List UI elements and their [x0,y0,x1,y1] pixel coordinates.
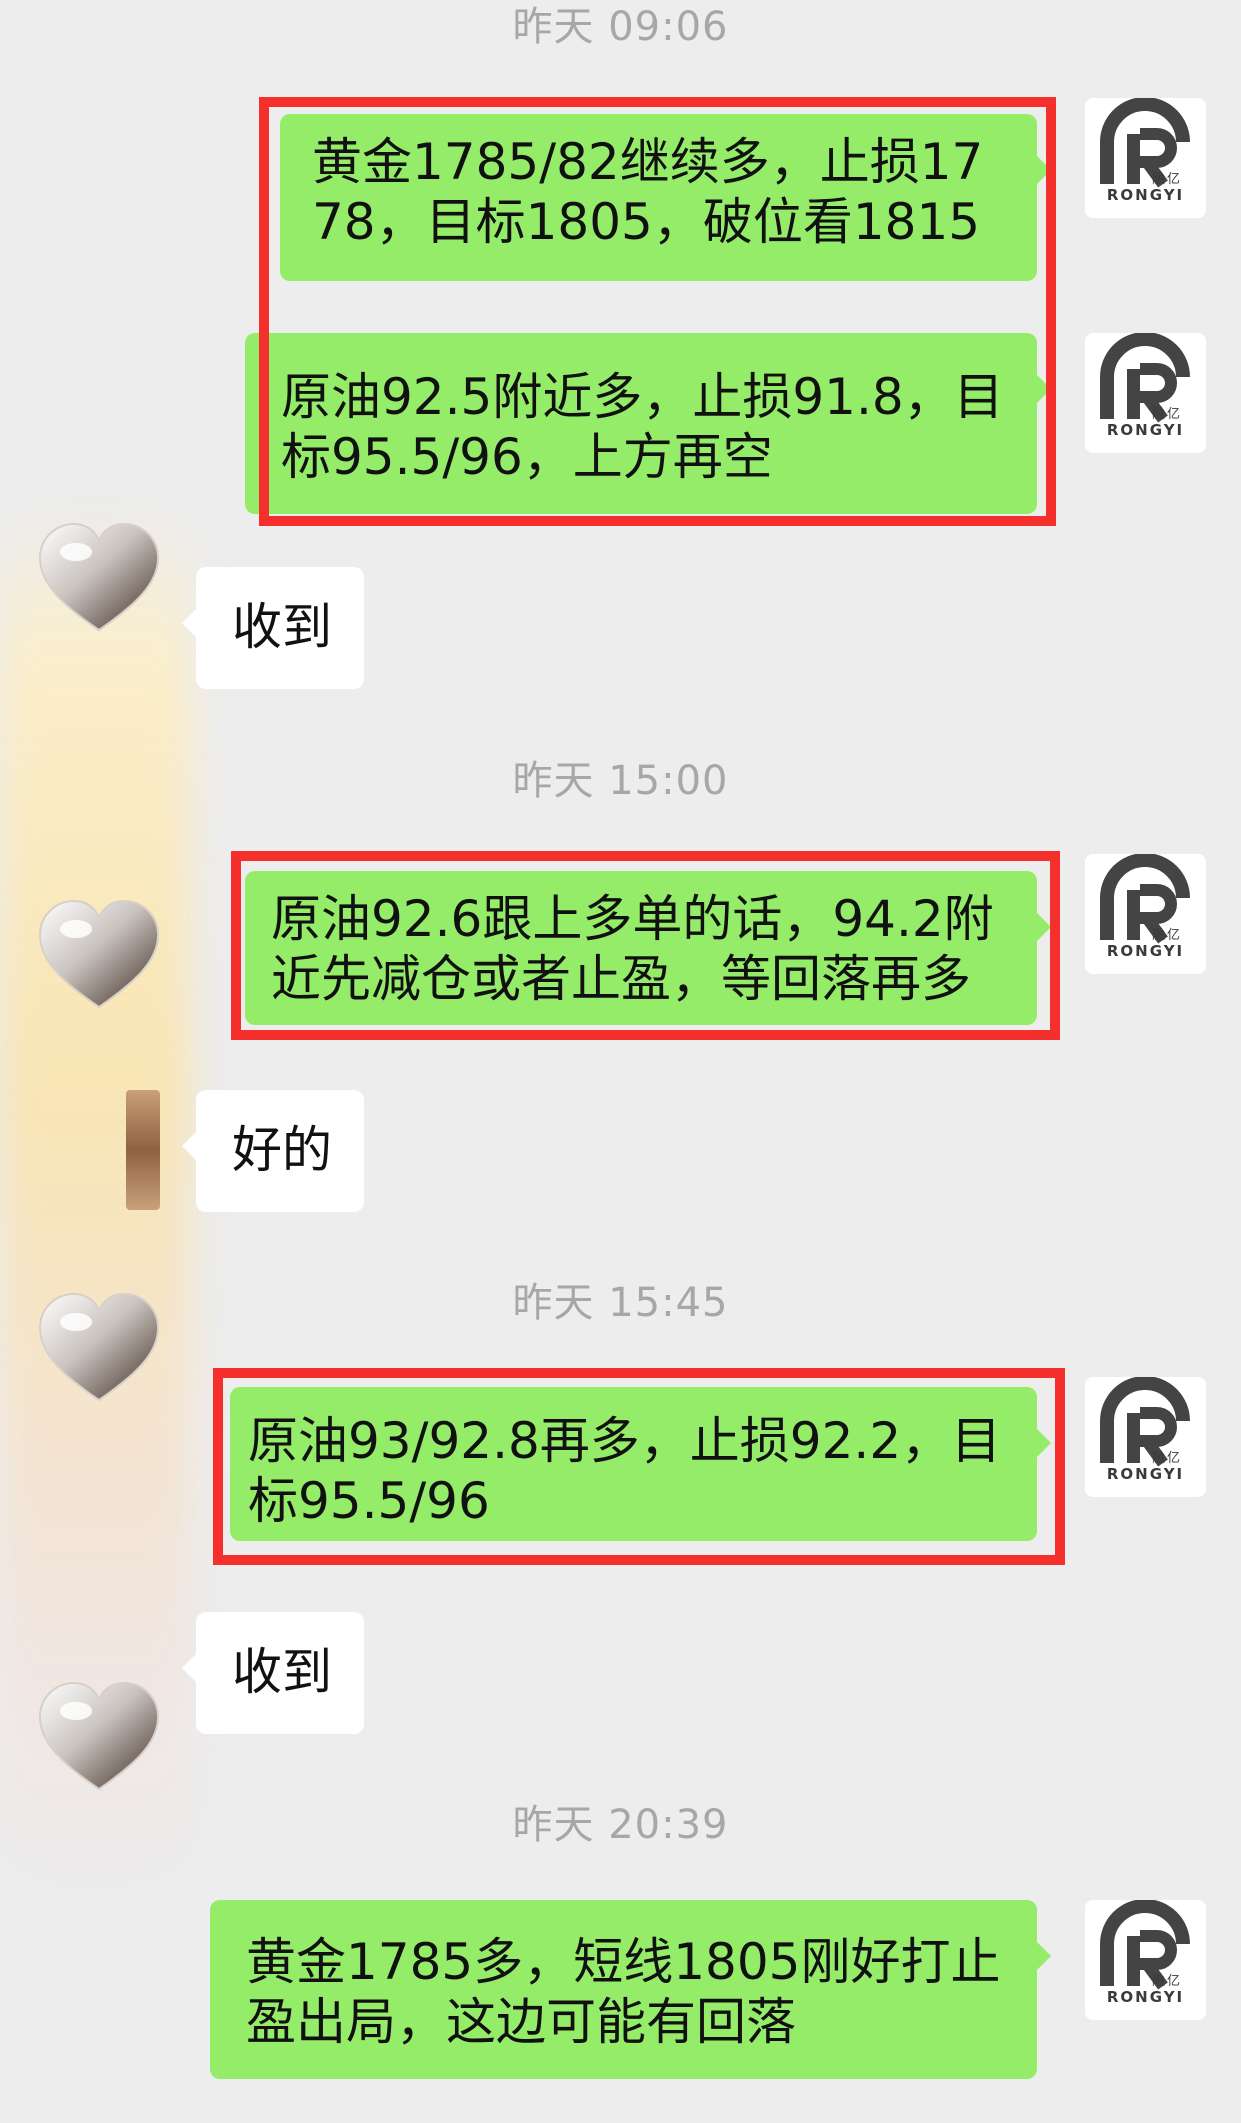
sender-avatar[interactable]: 融亿 RONGYI [1085,1377,1206,1497]
crystal-heart-icon [38,1681,160,1791]
contact-avatar[interactable] [34,1677,164,1795]
sender-avatar[interactable]: 融亿 RONGYI [1085,1900,1206,2020]
contact-avatar-partial[interactable] [126,1090,160,1210]
brand-chinese: 融亿 [1152,1974,1183,1989]
outgoing-message-bubble[interactable]: 黄金1785多，短线1805刚好打止盈出局，这边可能有回落 [210,1900,1051,2079]
timestamp: 昨天 15:00 [512,758,729,804]
sender-avatar[interactable]: 融亿 RONGYI [1085,98,1206,218]
sender-avatar[interactable]: 融亿 RONGYI [1085,854,1206,974]
outgoing-message-bubble[interactable]: 原油92.5附近多，止损91.8，目标95.5/96，上方再空 [245,333,1051,514]
brand-name: RONGYI [1106,1465,1185,1483]
incoming-message-bubble[interactable]: 收到 [182,1612,364,1734]
timestamp: 昨天 20:39 [512,1802,729,1848]
brand-chinese: 融亿 [1152,407,1183,422]
crystal-heart-icon [38,522,160,632]
outgoing-message-bubble[interactable]: 黄金1785/82继续多，止损1778，目标1805，破位看1815 [280,114,1051,281]
brand-chinese: 融亿 [1152,928,1183,943]
sender-avatar[interactable]: 融亿 RONGYI [1085,333,1206,453]
incoming-message-bubble[interactable]: 好的 [182,1090,364,1212]
outgoing-message-bubble[interactable]: 原油93/92.8再多，止损92.2，目标95.5/96 [230,1387,1051,1541]
brand-chinese: 融亿 [1152,1451,1183,1466]
incoming-message-bubble[interactable]: 收到 [182,567,364,689]
timestamp: 昨天 15:45 [512,1280,729,1326]
brand-name: RONGYI [1106,942,1185,960]
outgoing-message-bubble[interactable]: 原油92.6跟上多单的话，94.2附近先减仓或者止盈，等回落再多 [245,871,1051,1025]
contact-avatar[interactable] [34,895,164,1013]
brand-chinese: 融亿 [1152,172,1183,187]
brand-name: RONGYI [1106,1988,1185,2006]
timestamp: 昨天 09:06 [512,4,729,50]
chat-area[interactable]: 昨天 09:06 黄金1785/82继续多，止损1778，目标1805，破位看1… [0,0,1241,2123]
brand-name: RONGYI [1106,421,1185,439]
brand-name: RONGYI [1106,186,1185,204]
contact-avatar[interactable] [34,1288,164,1406]
contact-avatar[interactable] [34,518,164,636]
crystal-heart-icon [38,899,160,1009]
crystal-heart-icon [38,1292,160,1402]
